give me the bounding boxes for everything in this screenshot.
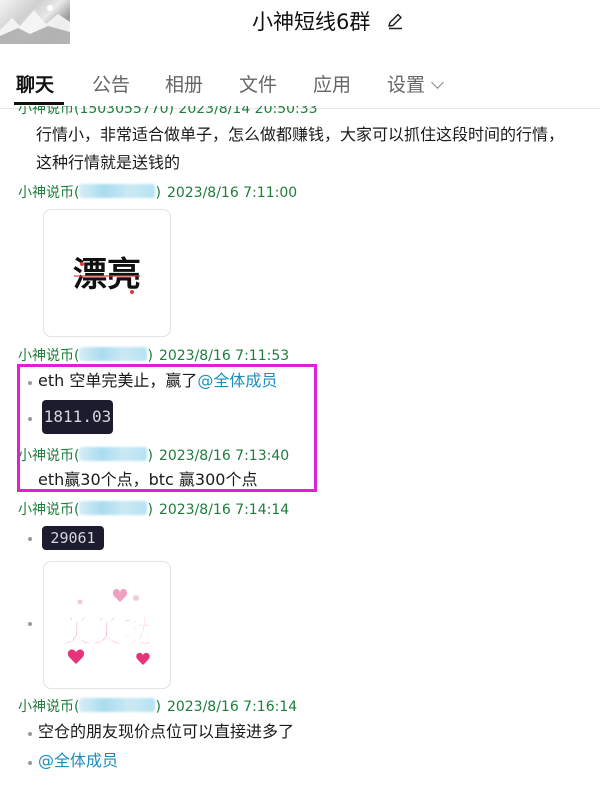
sender-close: ) (155, 185, 161, 201)
tab-album[interactable]: 相册 (165, 70, 203, 97)
message-header: 小神说币() 2023/8/16 7:11:53 (18, 345, 289, 365)
redacted-id (79, 501, 148, 515)
redacted-id (79, 347, 148, 361)
message-text: eth 空单完美止，赢了@全体成员 (38, 368, 277, 394)
message-text: 行情小，非常适合做单子，怎么做都赚钱，大家可以抓住这段时间的行情， (36, 125, 565, 144)
bullet (28, 761, 32, 765)
pencil-icon[interactable] (386, 12, 404, 30)
sender-name[interactable]: 小神说币( (18, 502, 79, 518)
sender-close: ) (147, 448, 153, 464)
message-list[interactable]: 小神说币(1503055770) 2023/8/14 20:50:33 行情小，… (0, 100, 600, 788)
sender-name[interactable]: 小神说币( (18, 348, 79, 364)
sticker-image[interactable]: 漂亮 (43, 209, 171, 337)
mention-all-link: @全体成员 (38, 748, 118, 774)
chat-header: 小神短线6群 (0, 0, 600, 48)
message-header-partial: 小神说币(1503055770) 2023/8/14 20:50:33 (18, 101, 318, 117)
tab-announcement[interactable]: 公告 (92, 70, 130, 97)
tab-apps[interactable]: 应用 (313, 70, 351, 97)
message-text: 这种行情就是送钱的 (36, 153, 181, 172)
message-time: 2023/8/16 7:13:40 (158, 448, 290, 464)
message-time: 2023/8/16 7:14:14 (158, 502, 290, 518)
redacted-id (79, 447, 148, 461)
message-time: 2023/8/16 7:16:14 (166, 699, 298, 715)
tab-settings-label: 设置 (387, 74, 426, 96)
message-header: 小神说币() 2023/8/16 7:16:14 (18, 696, 297, 716)
sticker-image[interactable]: 美美哒 (43, 561, 171, 689)
sender-name[interactable]: 小神说币( (18, 185, 79, 201)
price-screenshot[interactable]: 1811.03 (42, 400, 113, 434)
message-body: eth 空单完美止，赢了 (38, 371, 198, 390)
chevron-down-icon (431, 76, 444, 89)
tab-files[interactable]: 文件 (239, 70, 277, 97)
sender-close: ) (147, 502, 153, 518)
group-avatar[interactable] (0, 0, 70, 44)
group-title: 小神短线6群 (252, 10, 371, 34)
bullet (28, 732, 32, 736)
message-text: 空仓的朋友现价点位可以直接进多了 (38, 722, 295, 741)
bullet (28, 537, 32, 541)
bullet (28, 622, 32, 626)
mention-all-link[interactable]: @全体成员 (197, 371, 277, 390)
sender-name[interactable]: 小神说币( (18, 448, 79, 464)
bullet (28, 381, 32, 385)
sender-close: ) (155, 699, 161, 715)
tab-chat[interactable]: 聊天 (16, 70, 54, 97)
sticker-caption: 美美哒 (62, 615, 152, 650)
message-header: 小神说币() 2023/8/16 7:11:00 (18, 182, 297, 202)
message-header: 小神说币() 2023/8/16 7:14:14 (18, 499, 289, 519)
sender-name[interactable]: 小神说币( (18, 699, 79, 715)
sender-close: ) (147, 348, 153, 364)
price-screenshot[interactable]: 29061 (42, 526, 104, 550)
message-time: 2023/8/16 7:11:00 (166, 185, 298, 201)
bullet (28, 417, 32, 421)
tab-settings[interactable]: 设置 (387, 70, 444, 97)
message-header: 小神说币() 2023/8/16 7:13:40 (18, 445, 289, 465)
mention-all-text[interactable]: @全体成员 (38, 751, 118, 770)
redacted-id (79, 698, 156, 712)
redacted-id (79, 184, 156, 198)
message-text: eth赢30个点，btc 赢300个点 (38, 470, 258, 489)
message-time: 2023/8/16 7:11:53 (158, 348, 290, 364)
